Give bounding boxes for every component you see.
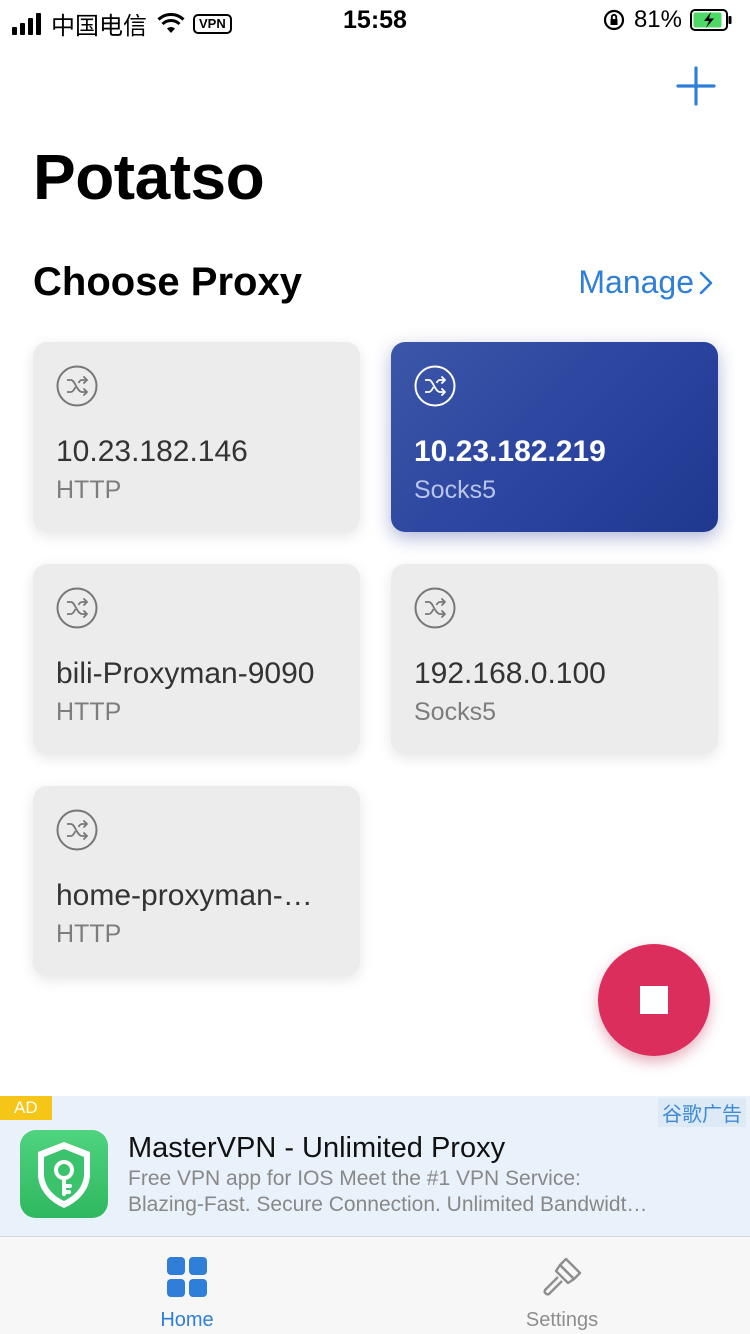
proxy-card[interactable]: bili-Proxyman-9090 HTTP [33,564,360,754]
proxy-name: bili-Proxyman-9090 [56,657,315,690]
ad-description-line: Blazing-Fast. Secure Connection. Unlimit… [128,1193,648,1216]
proxy-card[interactable]: 10.23.182.146 HTTP [33,342,360,532]
manage-link[interactable]: Manage [578,264,714,301]
proxy-protocol: HTTP [56,476,122,504]
proxy-card[interactable]: 10.23.182.219 Socks5 [391,342,718,532]
chevron-right-icon [699,271,713,294]
tab-settings-label: Settings [525,1309,599,1331]
proxy-protocol: HTTP [56,698,122,726]
proxy-protocol: HTTP [56,920,122,948]
stop-vpn-button[interactable] [598,944,710,1056]
ad-badge: AD [0,1096,52,1120]
ad-banner[interactable]: AD 谷歌广告 MasterVPN - Unlimited Proxy Free… [0,1096,750,1236]
tab-home-label: Home [160,1309,214,1331]
add-proxy-button[interactable] [674,64,718,108]
ad-network-label[interactable]: 谷歌广告 [658,1098,746,1127]
proxy-name: 10.23.182.219 [414,435,606,468]
stop-icon [640,986,668,1014]
proxy-protocol: Socks5 [414,698,496,726]
shuffle-icon [414,587,456,629]
manage-label: Manage [578,264,694,300]
battery-percentage: 81% [633,6,682,33]
battery-charging-icon [690,9,732,31]
ad-description-line: Free VPN app for IOS Meet the #1 VPN Ser… [128,1167,581,1190]
grid-icon [167,1257,207,1297]
app-title: Potatso [33,141,265,213]
proxy-card[interactable]: 192.168.0.100 Socks5 [391,564,718,754]
brush-icon [543,1257,582,1296]
status-right: 81% [602,6,732,34]
proxy-name: 192.168.0.100 [414,657,606,690]
shuffle-icon [414,365,456,407]
tab-bar: Home Settings [0,1236,750,1334]
proxy-protocol: Socks5 [414,476,496,504]
proxy-name: 10.23.182.146 [56,435,248,468]
proxy-card[interactable]: home-proxyman-… HTTP [33,786,360,976]
section-title: Choose Proxy [33,260,302,304]
shuffle-icon [56,587,98,629]
status-bar: 中国电信 VPN 15:58 81% [0,0,750,40]
tab-home[interactable]: Home [87,1237,287,1334]
shield-key-icon [20,1130,108,1218]
tab-settings[interactable]: Settings [462,1237,662,1334]
shuffle-icon [56,809,98,851]
proxy-name: home-proxyman-… [56,879,313,912]
ad-description: Free VPN app for IOS Meet the #1 VPN Ser… [128,1166,718,1218]
rotation-lock-icon [603,9,625,31]
shuffle-icon [56,365,98,407]
ad-title: MasterVPN - Unlimited Proxy [128,1132,506,1164]
